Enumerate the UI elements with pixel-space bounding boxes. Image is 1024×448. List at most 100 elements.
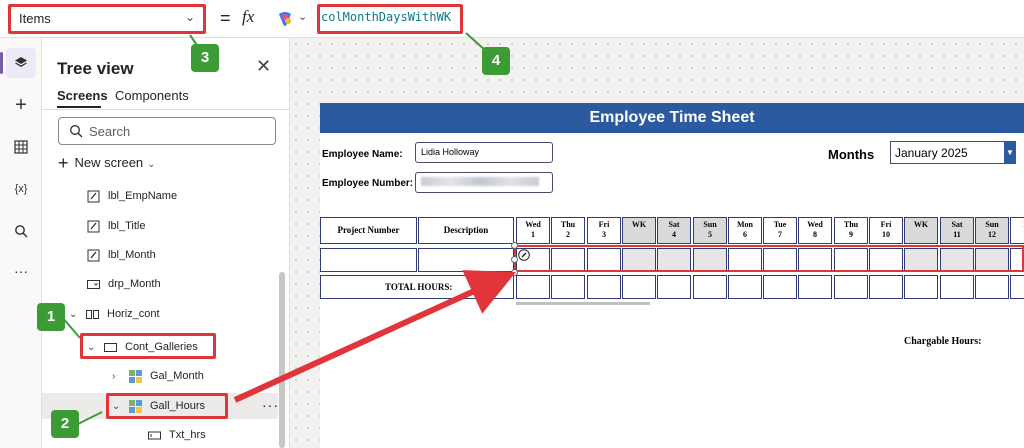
months-label: Months [828,147,875,162]
day-number: 4 [672,230,676,239]
tree-view-pane: Tree view ✕ Screens Components Search + N… [42,38,290,448]
divider [42,109,290,110]
day-number: 1 [531,230,535,239]
chevron-down-icon: ⌄ [147,159,156,170]
day-header: Sat 4 [657,217,691,244]
layers-icon[interactable] [0,48,36,78]
chargable-hours-label: Chargable Hours: [904,336,982,347]
gallery-selection-highlight [514,245,1024,272]
day-header: Mon 6 [728,217,762,244]
callout-badge-2: 2 [51,410,79,438]
left-rail: + {x} ··· [0,38,42,448]
new-screen-label: New screen [74,155,144,170]
day-number: 12 [988,230,996,239]
tree-item-drp-month[interactable]: drp_Month [87,271,161,297]
day-name: Wed [525,220,541,229]
description-input[interactable] [418,248,514,272]
day-name: Fri [880,220,892,229]
employee-name-field[interactable]: Lidia Holloway [415,142,553,163]
close-icon[interactable]: ✕ [256,56,271,77]
day-number: 6 [743,230,747,239]
day-name: Mon [737,220,753,229]
tree-item-label: Horiz_cont [107,308,160,320]
table-icon[interactable] [6,132,36,162]
day-name: WK [631,220,647,229]
project-number-input[interactable] [320,248,417,272]
tree-item-label: lbl_Month [108,249,156,261]
dropdown-icon [87,279,100,289]
day-number: 8 [813,230,817,239]
tab-screens[interactable]: Screens [57,88,108,103]
variables-icon[interactable]: {x} [6,174,36,204]
day-number: 9 [849,230,853,239]
container-icon [104,342,117,352]
tree-item-lbl-title[interactable]: lbl_Title [87,213,146,239]
edit-icon[interactable] [518,249,530,261]
day-name: Fri [598,220,610,229]
tree-item-horiz-cont[interactable]: ⌄ Horiz_cont [69,301,160,327]
chevron-right-icon: › [112,370,116,382]
month-dropdown[interactable]: January 2025 ▼ [890,141,1016,164]
tree-item-gal-month[interactable]: › Gal_Month [112,363,204,389]
day-header: Sat 11 [940,217,974,244]
total-cell [904,275,938,299]
day-header: Wed 1 [516,217,550,244]
more-icon[interactable]: ··· [6,256,36,286]
month-value: January 2025 [895,146,968,160]
horizontal-scrollbar[interactable] [516,302,650,305]
resize-handle[interactable] [511,242,518,249]
more-options-icon[interactable]: ··· [262,397,279,413]
description-header: Description [418,217,514,244]
day-header: Sun 12 [975,217,1009,244]
gallery-icon [129,399,142,413]
total-cell [622,275,656,299]
copilot-icon[interactable] [275,9,295,29]
chevron-down-icon[interactable]: ⌄ [298,10,307,23]
employee-number-field[interactable] [415,172,553,193]
horizontal-container-icon [86,309,99,319]
day-header: Sun 5 [693,217,727,244]
resize-handle[interactable] [511,256,518,263]
chevron-down-icon[interactable]: ▼ [1004,141,1016,164]
tree-item-label: Gall_Hours [150,400,206,412]
day-header: Fri 3 [587,217,621,244]
day-header: Fri 10 [869,217,903,244]
tree-item-lbl-month[interactable]: lbl_Month [87,242,156,268]
total-cell [869,275,903,299]
day-name: M [1011,220,1024,230]
chevron-down-icon: ⌄ [69,308,78,320]
gallery-icon [129,369,142,383]
power-apps-studio: Items ⌄ = fx ⌄ colMonthDaysWithWK + {x} … [0,0,1024,448]
tree-item-txt-hrs[interactable]: Txt_hrs [148,422,206,448]
day-name: Wed [807,220,823,229]
day-name: Sat [951,220,963,229]
total-cell [763,275,797,299]
total-cell [693,275,727,299]
new-screen-button[interactable]: + New screen ⌄ [58,151,156,173]
tree-item-label: Txt_hrs [169,429,206,441]
chevron-down-icon: ⌄ [87,341,96,353]
formula-bar: Items ⌄ = fx ⌄ colMonthDaysWithWK [0,0,1024,38]
tree-item-label: Cont_Galleries [125,341,198,353]
employee-number-label: Employee Number: [322,178,414,189]
scrollbar[interactable] [279,272,285,448]
resize-handle[interactable] [511,269,518,276]
project-number-header: Project Number [320,217,417,244]
day-header: Thu 9 [834,217,868,244]
tree-item-cont-galleries[interactable]: ⌄ Cont_Galleries [87,334,198,360]
tab-components[interactable]: Components [115,88,189,103]
formula-input[interactable]: colMonthDaysWithWK [318,6,460,32]
search-icon[interactable] [6,216,36,246]
plus-icon[interactable]: + [6,90,36,120]
day-name: Sat [668,220,680,229]
search-input[interactable]: Search [58,117,276,145]
total-cell [975,275,1009,299]
day-name: WK [913,220,929,229]
property-dropdown[interactable]: Items ⌄ [10,6,204,32]
total-cell [516,275,550,299]
tree-item-lbl-empname[interactable]: lbl_EmpName [87,183,177,209]
day-header: Tue 7 [763,217,797,244]
property-value: Items [19,11,51,26]
total-cell [551,275,585,299]
fx-icon[interactable]: fx [242,7,254,27]
